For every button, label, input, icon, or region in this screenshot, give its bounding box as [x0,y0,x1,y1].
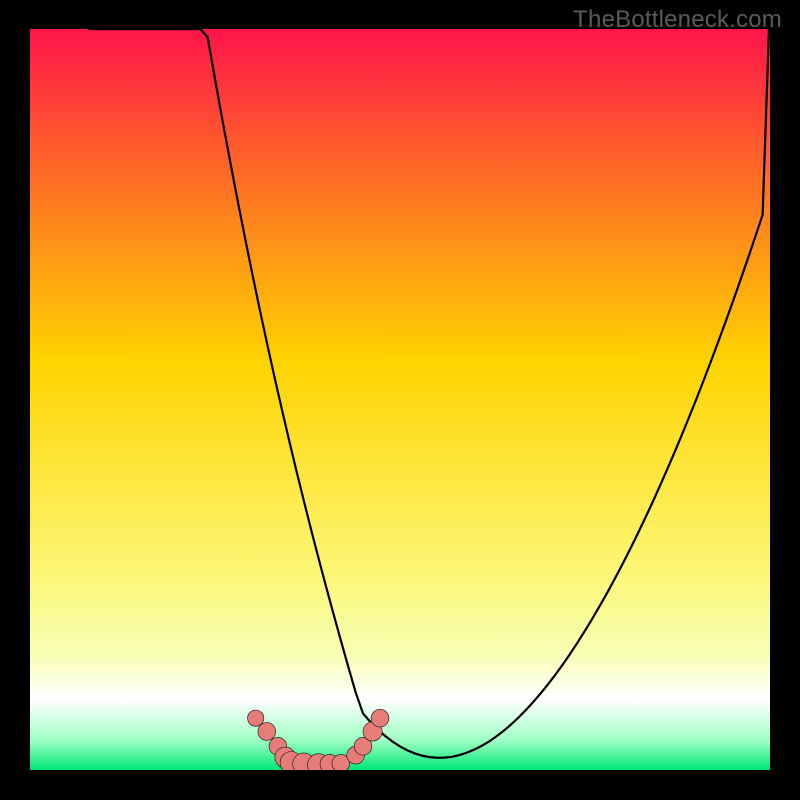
data-marker [258,723,276,741]
data-marker [371,709,389,727]
data-marker [248,710,264,726]
plot-svg [30,29,770,770]
gradient-background [30,29,770,770]
chart-frame: TheBottleneck.com [0,0,800,800]
plot-area [30,29,770,770]
